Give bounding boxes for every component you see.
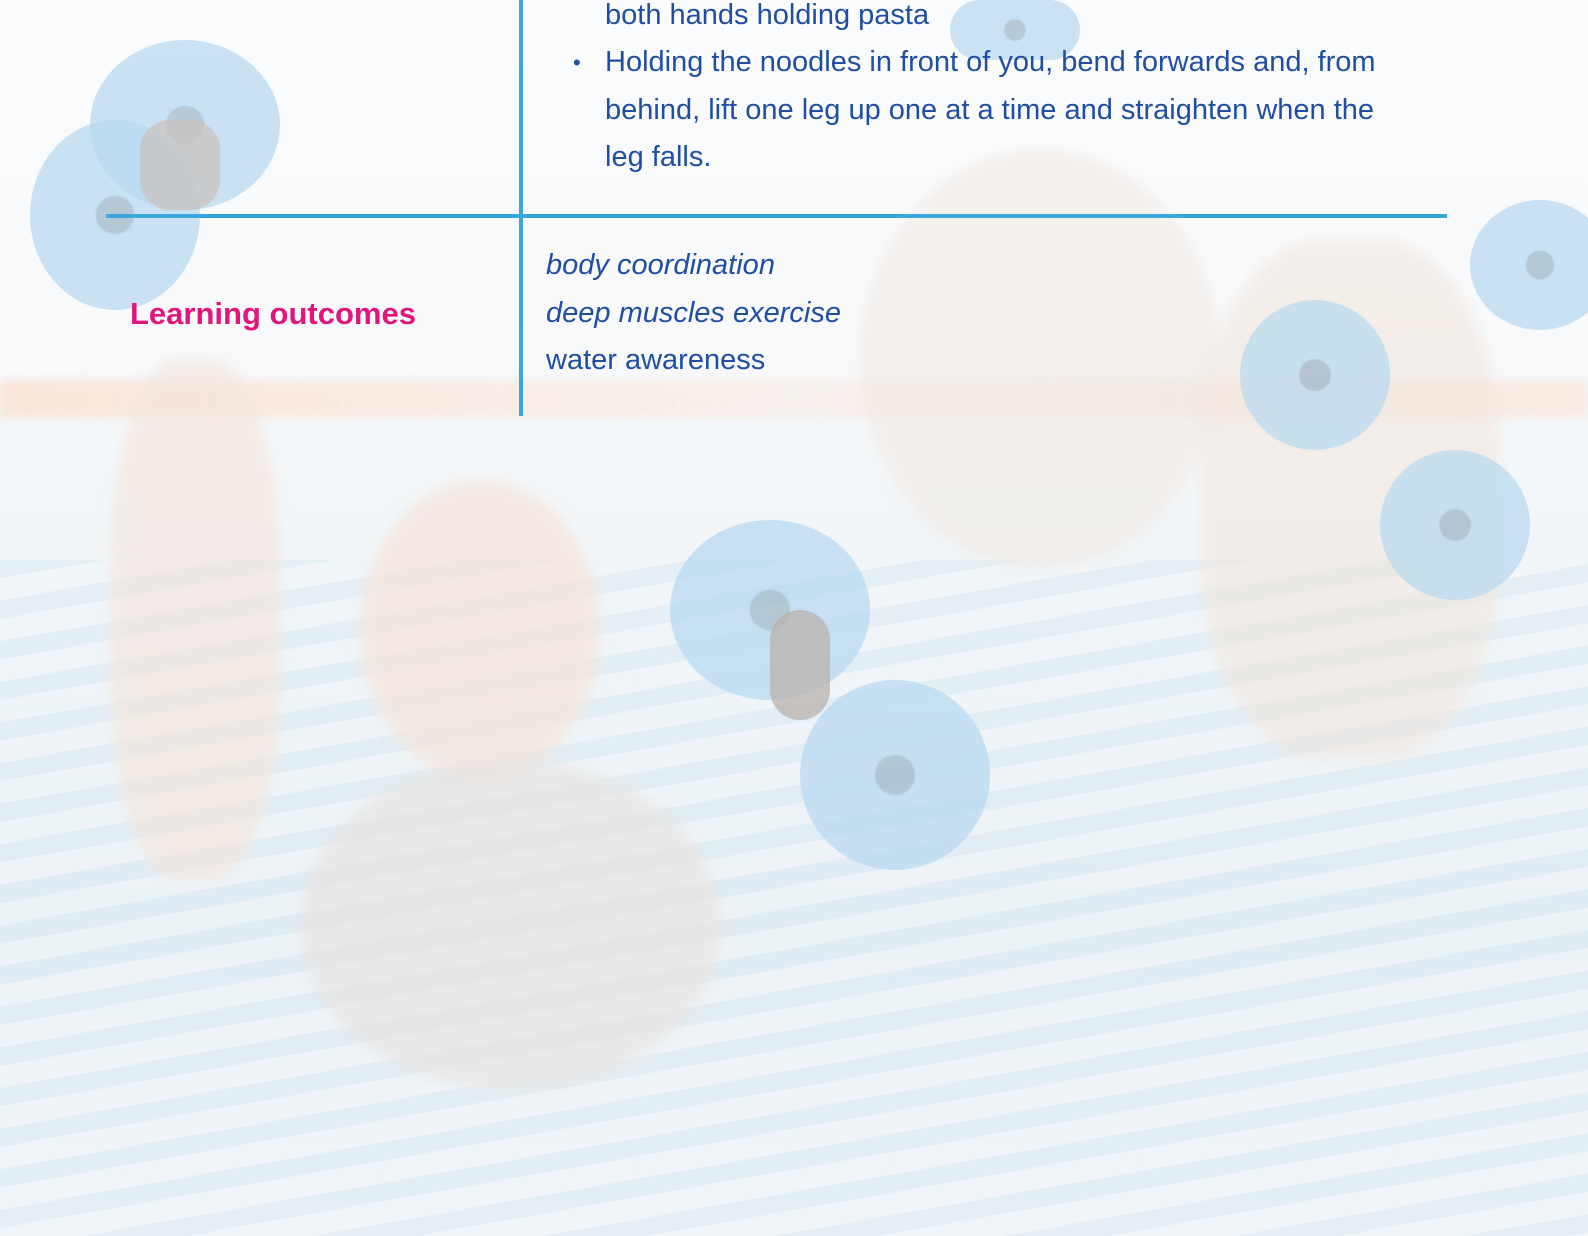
list-item: • Holding the noodles in front of you, b… (572, 39, 1412, 182)
activity-steps-list: • Holding the noodles in front of you, b… (572, 39, 1412, 182)
column-divider (519, 0, 523, 214)
activity-table: both hands holding pasta • Holding the n… (0, 0, 1588, 1236)
list-item: deep muscles exercise (546, 296, 841, 329)
description-continuation: both hands holding pasta (605, 0, 930, 31)
step-text: Holding the noodles in front of you, ben… (605, 46, 1376, 173)
bullet-icon: • (573, 50, 581, 75)
list-item: body coordination (546, 249, 775, 281)
list-item: water awareness (546, 344, 766, 376)
row-divider (106, 214, 1447, 218)
column-divider (519, 218, 523, 416)
learning-outcomes-list: body coordination deep muscles exercise … (546, 242, 841, 385)
learning-outcomes-label: Learning outcomes (130, 296, 416, 331)
